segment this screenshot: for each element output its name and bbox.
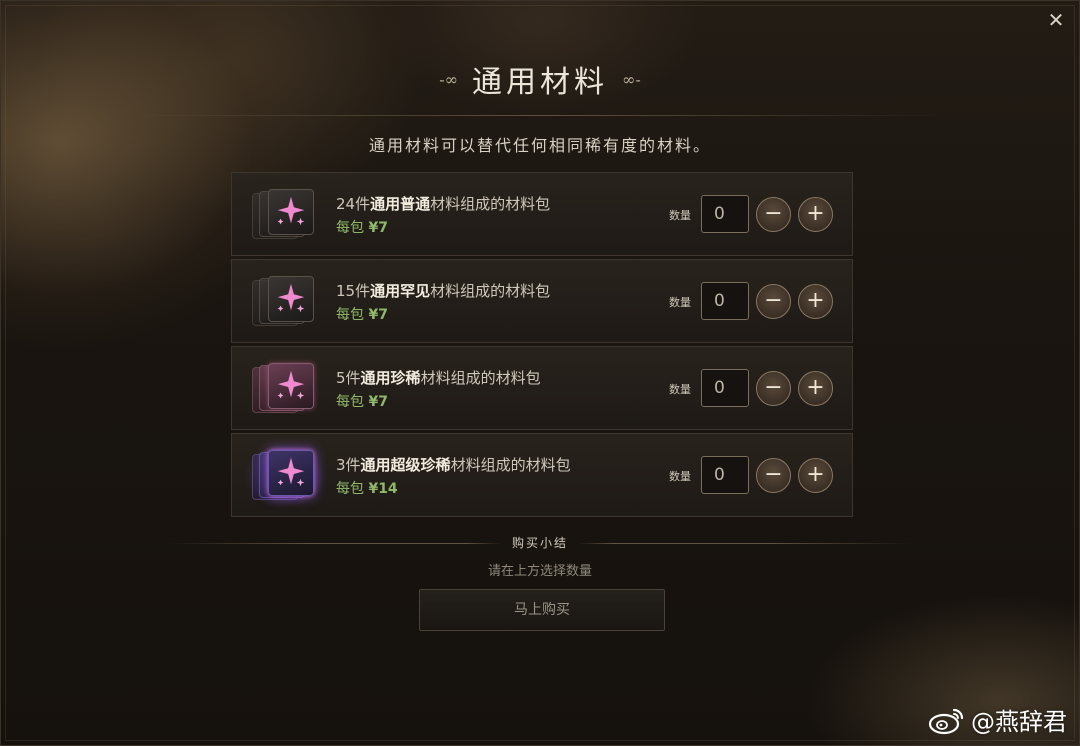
material-pack-row-common: 24件通用普通材料组成的材料包 每包 ¥7 数量 0 − + xyxy=(231,172,853,256)
dialog-subtitle: 通用材料可以替代任何相同稀有度的材料。 xyxy=(368,136,711,155)
quantity-label: 数量 xyxy=(669,209,691,222)
decrease-button[interactable]: − xyxy=(756,371,791,406)
pack-price: 每包 ¥7 xyxy=(336,220,388,236)
pack-name: 3件通用超级珍稀材料组成的材料包 xyxy=(336,456,571,474)
quantity-input[interactable]: 0 xyxy=(701,195,749,233)
buy-now-button[interactable]: 马上购买 xyxy=(419,589,665,631)
material-purchase-dialog: ✕ -∞ 通用材料 ∞- 通用材料可以替代任何相同稀有度的材料。 24件通用普通… xyxy=(0,0,1080,746)
quantity-label: 数量 xyxy=(669,470,691,483)
increase-button[interactable]: + xyxy=(798,197,833,232)
title-divider xyxy=(131,115,949,116)
quantity-input[interactable]: 0 xyxy=(701,369,749,407)
title-ornament-right: ∞- xyxy=(622,69,641,89)
sparkle-star-card-icon xyxy=(250,363,320,415)
watermark: @燕辞君 xyxy=(927,702,1067,737)
weibo-icon xyxy=(928,708,964,734)
pack-name: 5件通用珍稀材料组成的材料包 xyxy=(336,369,541,387)
watermark-text: @燕辞君 xyxy=(971,708,1067,736)
pack-name: 15件通用罕见材料组成的材料包 xyxy=(336,282,551,300)
sparkle-star-card-icon xyxy=(244,444,326,508)
pack-price: 每包 ¥7 xyxy=(336,307,388,323)
quantity-input[interactable]: 0 xyxy=(701,282,749,320)
increase-button[interactable]: + xyxy=(798,458,833,493)
material-pack-row-epic: 3件通用超级珍稀材料组成的材料包 每包 ¥14 数量 0 − + xyxy=(231,433,853,517)
sparkle-star-card-icon xyxy=(250,189,320,241)
decrease-button[interactable]: − xyxy=(756,284,791,319)
pack-price: 每包 ¥14 xyxy=(336,481,398,497)
increase-button[interactable]: + xyxy=(798,371,833,406)
increase-button[interactable]: + xyxy=(798,284,833,319)
title-ornament-left: -∞ xyxy=(439,69,458,89)
material-pack-row-rare: 5件通用珍稀材料组成的材料包 每包 ¥7 数量 0 − + xyxy=(231,346,853,430)
summary-title: 购买小结 xyxy=(511,536,568,550)
quantity-label: 数量 xyxy=(669,383,691,396)
pack-name: 24件通用普通材料组成的材料包 xyxy=(336,195,551,213)
quantity-input[interactable]: 0 xyxy=(701,456,749,494)
material-pack-row-uncommon: 15件通用罕见材料组成的材料包 每包 ¥7 数量 0 − + xyxy=(231,259,853,343)
decrease-button[interactable]: − xyxy=(756,458,791,493)
pack-price: 每包 ¥7 xyxy=(336,394,388,410)
quantity-label: 数量 xyxy=(669,296,691,309)
summary-hint: 请在上方选择数量 xyxy=(487,564,592,579)
material-pack-list: 24件通用普通材料组成的材料包 每包 ¥7 数量 0 − + 15件通用罕见材料… xyxy=(231,172,853,520)
sparkle-star-card-icon xyxy=(250,276,320,328)
dialog-title-text: 通用材料 xyxy=(472,65,608,100)
close-button[interactable]: ✕ xyxy=(1045,9,1067,31)
dialog-title: -∞ 通用材料 ∞- xyxy=(439,57,640,101)
decrease-button[interactable]: − xyxy=(756,197,791,232)
dialog-header: -∞ 通用材料 ∞- xyxy=(1,57,1079,101)
